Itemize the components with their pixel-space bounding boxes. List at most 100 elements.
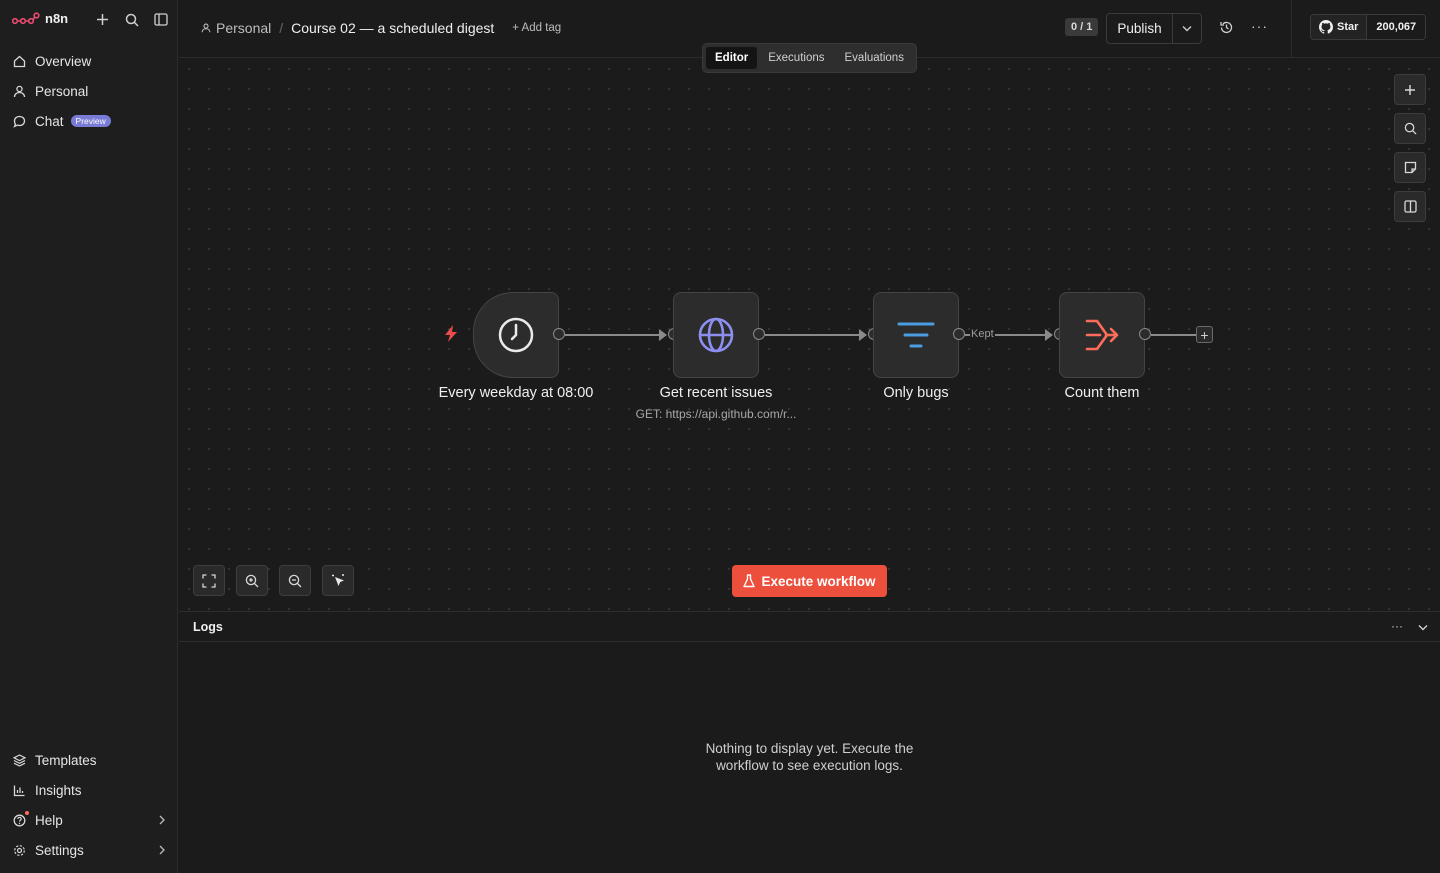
help-icon <box>13 814 26 826</box>
publish-button[interactable]: Publish <box>1107 14 1173 43</box>
logs-panel: Logs ··· Nothing to display yet. Execute… <box>179 611 1440 873</box>
chevron-down-icon <box>1418 625 1428 631</box>
breadcrumb-project[interactable]: Personal <box>201 20 271 36</box>
zoom-in-icon <box>245 574 259 587</box>
nav-label: Insights <box>35 782 82 798</box>
canvas-right-toolbar <box>1394 74 1426 222</box>
chevron-down-icon <box>1182 26 1192 32</box>
logs-empty-line: workflow to see execution logs. <box>716 758 903 773</box>
templates-icon <box>13 753 26 767</box>
connection-line <box>565 334 661 336</box>
nav-item-help[interactable]: Help <box>10 805 170 835</box>
sticky-note-button[interactable] <box>1394 152 1426 183</box>
nav-label: Templates <box>35 752 97 768</box>
add-icon[interactable] <box>94 11 111 28</box>
add-node-button[interactable] <box>1394 74 1426 105</box>
logs-title: Logs <box>193 619 223 634</box>
home-icon <box>13 55 26 67</box>
add-next-node-button[interactable]: + <box>1196 326 1213 343</box>
node-http-request[interactable] <box>673 292 759 378</box>
zoom-out-button[interactable] <box>279 565 311 596</box>
logs-empty-state: Nothing to display yet. Execute the work… <box>179 740 1440 774</box>
collapse-logs-button[interactable] <box>1418 619 1428 634</box>
active-counter-badge: 0 / 1 <box>1065 18 1099 36</box>
chat-icon <box>13 115 26 128</box>
notification-dot <box>25 811 29 815</box>
tidy-up-button[interactable] <box>322 565 354 596</box>
output-handle[interactable] <box>753 328 765 340</box>
fit-view-button[interactable] <box>193 565 225 596</box>
insights-icon <box>13 785 25 796</box>
tab-evaluations[interactable]: Evaluations <box>836 47 913 69</box>
nav-label: Personal <box>35 83 89 99</box>
breadcrumb-project-label: Personal <box>216 20 272 36</box>
history-icon[interactable] <box>1219 20 1234 38</box>
settings-icon <box>14 844 25 856</box>
tab-executions[interactable]: Executions <box>759 47 833 69</box>
nav-item-insights[interactable]: Insights <box>10 775 170 805</box>
node-schedule-trigger[interactable] <box>473 292 559 378</box>
node-filter[interactable] <box>873 292 959 378</box>
header-divider <box>1291 0 1292 58</box>
zoom-in-button[interactable] <box>236 565 268 596</box>
nav-item-chat[interactable]: Chat Preview <box>10 106 170 136</box>
sidebar: n8n Overview Personal Chat Preview Templ… <box>0 0 178 873</box>
cursor-sparkle-icon <box>331 574 344 586</box>
nav-label: Settings <box>35 842 84 858</box>
search-icon[interactable] <box>123 11 140 28</box>
nav-item-templates[interactable]: Templates <box>10 745 170 775</box>
flask-icon <box>743 574 756 588</box>
view-tabs: Editor Executions Evaluations <box>702 43 917 73</box>
github-star-count[interactable]: 200,067 <box>1367 15 1426 39</box>
trigger-lightning-icon <box>444 325 459 345</box>
connection-arrow <box>1045 329 1053 341</box>
tab-editor[interactable]: Editor <box>706 47 758 69</box>
main-nav: Overview Personal Chat Preview <box>10 46 170 136</box>
n8n-logo[interactable]: n8n <box>12 11 68 26</box>
execute-workflow-button[interactable]: Execute workflow <box>732 565 887 597</box>
more-options-button[interactable]: ··· <box>1251 18 1268 34</box>
output-handle[interactable] <box>553 328 565 340</box>
node-subtitle: GET: https://api.github.com/r... <box>635 407 797 421</box>
output-handle[interactable] <box>953 328 965 340</box>
execute-workflow-label: Execute workflow <box>761 573 876 589</box>
nav-item-settings[interactable]: Settings <box>10 835 170 865</box>
github-icon <box>1319 20 1333 34</box>
nav-item-personal[interactable]: Personal <box>10 76 170 106</box>
fit-view-icon <box>202 573 216 588</box>
breadcrumb: Personal / Course 02 — a scheduled diges… <box>201 20 561 36</box>
connection-label: Kept <box>970 328 995 340</box>
preview-badge: Preview <box>70 115 111 127</box>
connection-arrow <box>659 329 667 341</box>
summarize-icon <box>1085 319 1119 351</box>
nav-label: Help <box>35 812 63 828</box>
logs-empty-line: Nothing to display yet. Execute the <box>705 741 914 756</box>
collapse-sidebar-icon[interactable] <box>152 11 169 28</box>
output-handle[interactable] <box>1139 328 1151 340</box>
canvas-zoom-toolbar <box>193 565 354 596</box>
nav-item-overview[interactable]: Overview <box>10 46 170 76</box>
plus-icon <box>1405 84 1415 95</box>
github-star-label: Star <box>1337 21 1359 33</box>
connection-line <box>765 334 861 336</box>
add-tag-button[interactable]: + Add tag <box>512 22 561 34</box>
user-icon <box>13 85 26 97</box>
chevron-right-icon <box>158 843 166 858</box>
node-summarize[interactable] <box>1059 292 1145 378</box>
publish-button-group: Publish <box>1106 13 1202 44</box>
workflow-title[interactable]: Course 02 — a scheduled digest <box>291 20 494 36</box>
bottom-nav: Templates Insights Help Settings <box>10 745 170 865</box>
publish-dropdown-button[interactable] <box>1173 14 1201 43</box>
toggle-panel-button[interactable] <box>1394 191 1426 222</box>
breadcrumb-separator: / <box>279 20 284 36</box>
connection-line <box>1151 334 1196 336</box>
logs-more-button[interactable]: ··· <box>1391 619 1403 634</box>
zoom-out-icon <box>288 574 302 587</box>
clock-icon <box>498 317 534 353</box>
logs-header: Logs ··· <box>179 612 1440 642</box>
node-name: Count them <box>1064 385 1140 401</box>
github-star-button[interactable]: Star <box>1311 15 1368 39</box>
search-nodes-button[interactable] <box>1394 113 1426 144</box>
globe-icon <box>698 317 734 353</box>
sticky-note-icon <box>1404 161 1416 174</box>
